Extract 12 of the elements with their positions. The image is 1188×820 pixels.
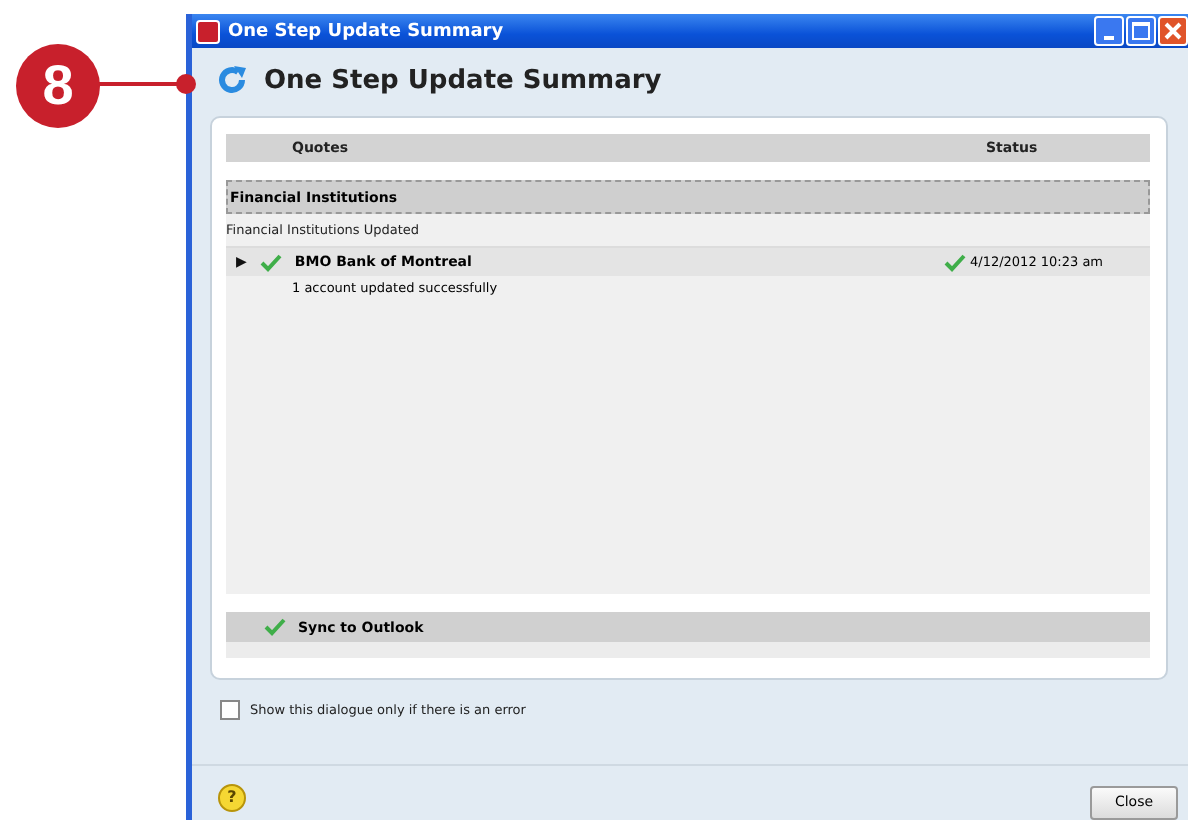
maximize-button[interactable] xyxy=(1126,16,1156,46)
help-button[interactable]: ? xyxy=(218,783,246,812)
leader-line xyxy=(98,74,198,94)
refresh-icon xyxy=(216,64,248,96)
close-button[interactable] xyxy=(1158,16,1188,46)
checkbox[interactable] xyxy=(220,700,240,720)
app-icon xyxy=(196,19,220,43)
callout-number: 8 xyxy=(16,44,100,128)
minimize-button[interactable] xyxy=(1094,16,1124,46)
check-icon xyxy=(944,253,966,271)
dialog-heading: One Step Update Summary xyxy=(264,65,662,95)
window-title: One Step Update Summary xyxy=(228,21,506,41)
